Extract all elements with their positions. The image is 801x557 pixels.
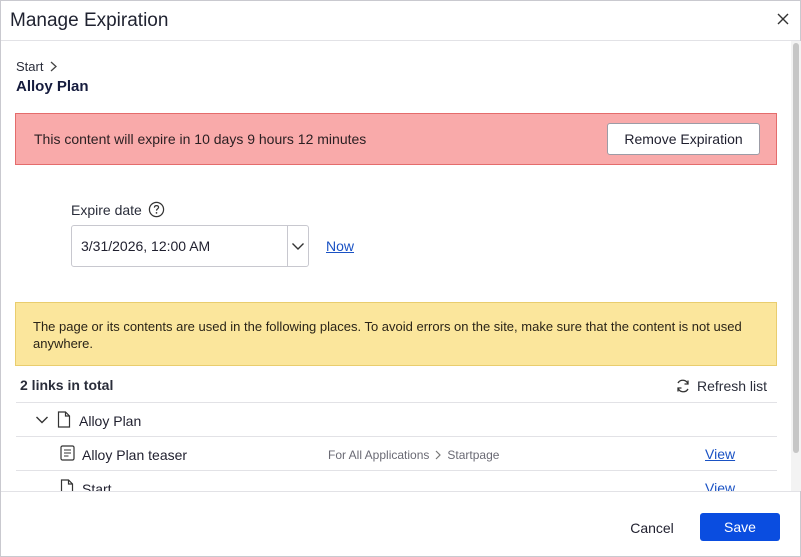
path-segment: Startpage bbox=[447, 448, 500, 462]
dialog-title: Manage Expiration bbox=[10, 10, 169, 31]
links-tree-row[interactable]: Alloy Plan bbox=[16, 402, 777, 436]
refresh-icon bbox=[677, 379, 689, 393]
links-total: 2 links in total bbox=[20, 377, 114, 393]
dialog-body: Start Alloy Plan This content will expir… bbox=[1, 41, 791, 491]
chevron-down-icon[interactable] bbox=[35, 415, 49, 425]
remove-expiration-button[interactable]: Remove Expiration bbox=[607, 123, 760, 155]
chevron-right-icon bbox=[435, 450, 442, 460]
save-button[interactable]: Save bbox=[700, 513, 780, 541]
expire-date-label: Expire date bbox=[71, 201, 142, 218]
row-label: Alloy Plan teaser bbox=[82, 447, 188, 463]
scrollbar-thumb[interactable] bbox=[793, 43, 799, 453]
expire-date-value[interactable]: 3/31/2026, 12:00 AM bbox=[81, 238, 210, 254]
usage-warning-message: The page or its contents are used in the… bbox=[33, 319, 742, 351]
table-row: Alloy Plan teaser For All Applications S… bbox=[16, 436, 777, 470]
now-link[interactable]: Now bbox=[326, 238, 354, 254]
expiration-alert: This content will expire in 10 days 9 ho… bbox=[15, 113, 777, 165]
breadcrumb: Start bbox=[16, 59, 58, 74]
help-icon[interactable] bbox=[148, 201, 165, 218]
dialog-header: Manage Expiration bbox=[1, 1, 800, 41]
refresh-list-label: Refresh list bbox=[697, 378, 768, 394]
tree-item-label: Alloy Plan bbox=[79, 413, 142, 429]
chevron-down-icon[interactable] bbox=[291, 239, 305, 253]
page-title: Alloy Plan bbox=[16, 78, 89, 95]
usage-warning: The page or its contents are used in the… bbox=[15, 302, 777, 366]
dialog-footer: Cancel Save bbox=[1, 491, 800, 556]
table-row: Start View bbox=[16, 470, 777, 491]
chevron-right-icon bbox=[51, 61, 58, 72]
path-segment: For All Applications bbox=[328, 448, 430, 462]
dialog-scrollbar[interactable] bbox=[791, 41, 801, 491]
page-icon bbox=[60, 479, 74, 491]
expire-date-picker[interactable]: 3/31/2026, 12:00 AM bbox=[71, 225, 309, 267]
refresh-list-button[interactable]: Refresh list bbox=[675, 378, 767, 394]
view-link[interactable]: View bbox=[705, 446, 735, 462]
expire-date-label-group: Expire date bbox=[71, 201, 165, 218]
row-label: Start bbox=[82, 481, 112, 491]
page-icon bbox=[57, 411, 71, 428]
row-path: For All Applications Startpage bbox=[328, 448, 499, 462]
cancel-button[interactable]: Cancel bbox=[617, 515, 687, 541]
breadcrumb-start-link[interactable]: Start bbox=[16, 59, 43, 74]
view-link[interactable]: View bbox=[705, 480, 735, 491]
block-icon bbox=[60, 445, 75, 461]
close-icon[interactable] bbox=[773, 9, 793, 29]
manage-expiration-dialog: Manage Expiration Start Alloy Plan This … bbox=[0, 0, 801, 557]
date-picker-divider bbox=[287, 226, 288, 266]
expiration-message: This content will expire in 10 days 9 ho… bbox=[34, 131, 367, 147]
